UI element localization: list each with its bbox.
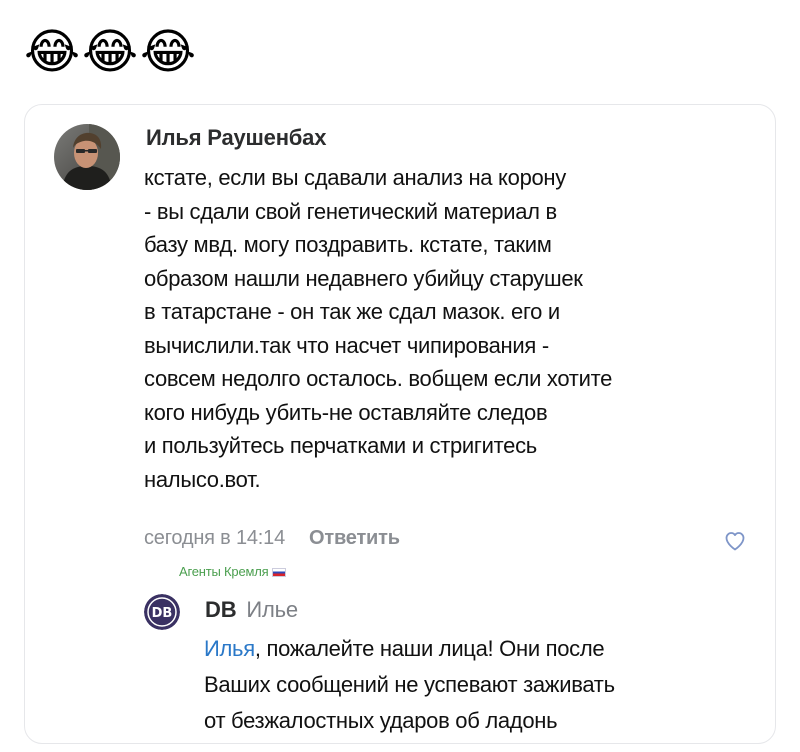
reply-text: Илья, пожалейте наши лица! Они после Ваш… xyxy=(204,631,744,739)
reply-button[interactable]: Ответить xyxy=(309,527,400,550)
reply-avatar[interactable]: DB xyxy=(144,594,180,630)
russia-flag-icon xyxy=(272,568,287,577)
reply-author[interactable]: DB xyxy=(205,597,237,622)
comment-timestamp: сегодня в 14:14 xyxy=(144,527,285,549)
laughing-emoji-1: 😂 xyxy=(24,26,81,79)
reply-body: , пожалейте наши лица! Они после Ваших с… xyxy=(204,636,615,733)
group-label-text: Агенты Кремля xyxy=(179,564,269,579)
group-label: Агенты Кремля xyxy=(179,564,287,579)
laughing-emoji-3: 😂 xyxy=(140,26,197,79)
comment-text: кстате, если вы сдавали анализ на корону… xyxy=(144,165,613,492)
author-avatar[interactable] xyxy=(54,124,120,190)
comment-card: Илья Раушенбах кстате, если вы сдавали а… xyxy=(24,104,776,744)
reply-recipient: Илье xyxy=(246,597,298,622)
comment-author[interactable]: Илья Раушенбах xyxy=(146,125,326,151)
reply-author-row: DB Илье xyxy=(205,597,298,623)
emoji-row: 😂 😂 😂 xyxy=(24,25,196,81)
reply-avatar-text: DB xyxy=(152,606,173,621)
heart-outline-icon[interactable] xyxy=(723,529,747,553)
reply-mention[interactable]: Илья xyxy=(204,636,255,661)
laughing-emoji-2: 😂 xyxy=(82,26,139,79)
comment-meta: сегодня в 14:14 Ответить xyxy=(144,527,400,550)
